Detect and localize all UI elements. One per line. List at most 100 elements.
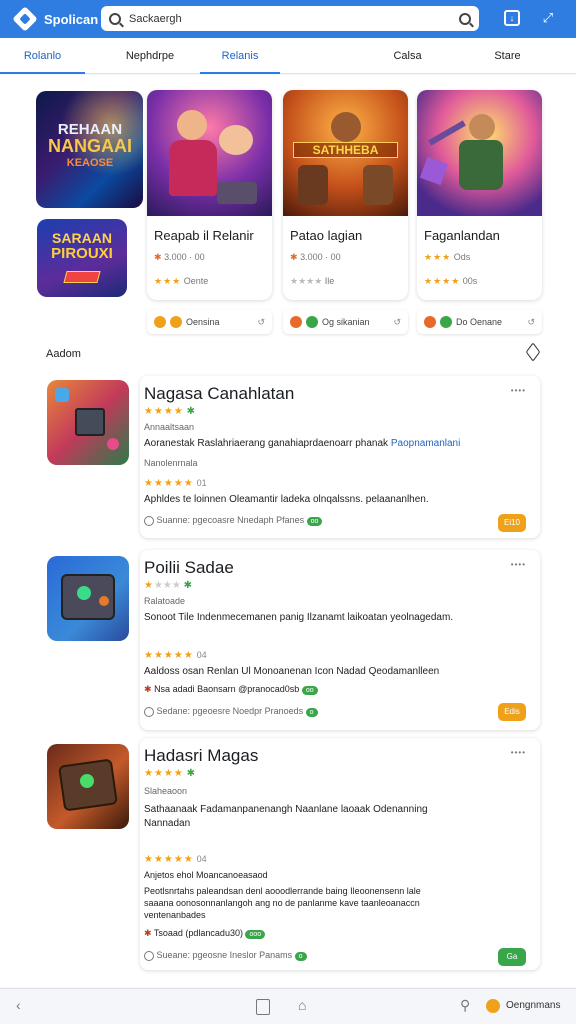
tile-2-line2: PIROUXI xyxy=(51,245,113,262)
item-link[interactable]: Paopnamanlani xyxy=(391,438,461,449)
chip-dot-icon xyxy=(440,316,452,328)
search-bar[interactable] xyxy=(101,6,479,31)
warrior-head xyxy=(331,112,361,142)
tab-3[interactable]: Relanis xyxy=(200,38,280,74)
item-desc-2: Nannadan xyxy=(144,818,191,829)
item-title: Poilii Sadae xyxy=(144,558,234,577)
search-icon xyxy=(109,12,121,25)
thumb-gem xyxy=(80,774,94,788)
tab-2[interactable]: Nephdrpe xyxy=(100,38,200,74)
thumb-machine xyxy=(75,408,105,436)
more-options-icon[interactable]: •••• xyxy=(511,560,526,569)
warrior-left xyxy=(298,165,328,205)
item-desc: Sonoot Tile Indenmecemanen panig Ilzanam… xyxy=(144,612,454,623)
price-badge[interactable]: Ga xyxy=(498,948,526,966)
list-card-1[interactable]: Nagasa Canahlatan •••• ★★★★ ✱ Annaaltsaa… xyxy=(140,376,540,538)
item-meta: Nanolenrnala xyxy=(144,458,198,468)
tab-1[interactable]: Rolanlo xyxy=(0,38,85,74)
item-rating: ★★★★ ✱ xyxy=(144,406,195,417)
price-badge[interactable]: Ei10 xyxy=(498,514,526,532)
card-rating: ★★★ Oente xyxy=(154,276,208,287)
refresh-icon[interactable]: ↺ xyxy=(393,317,401,328)
refresh-icon[interactable]: ↺ xyxy=(257,317,265,328)
item-para-3: ventenanbades xyxy=(144,910,206,920)
page-icon[interactable] xyxy=(256,999,270,1015)
card-art-3 xyxy=(417,90,542,216)
more-options-icon[interactable]: •••• xyxy=(511,386,526,395)
card-chip-2[interactable]: Og sikanian ↺ xyxy=(283,310,408,334)
verified-icon: ✱ xyxy=(183,580,193,591)
home-icon[interactable]: ⌂ xyxy=(298,997,306,1013)
list-thumb-2[interactable] xyxy=(47,556,129,641)
item-stars: ★★★★★ 04 xyxy=(144,650,207,661)
refresh-icon[interactable]: ↺ xyxy=(527,317,535,328)
item-subtitle: Slaheaoon xyxy=(144,786,188,796)
card-rating-label: Oente xyxy=(183,276,209,286)
bookmark-icon[interactable]: ↓ xyxy=(504,10,520,26)
back-icon[interactable]: ‹ xyxy=(16,997,21,1013)
tag-icon: ✱ xyxy=(144,928,152,938)
verified-icon: ✱ xyxy=(186,406,196,417)
card-meta-value: Ods xyxy=(453,252,471,262)
item-stars: ★★★★★ 04 xyxy=(144,854,207,865)
footer-text: Suanne: pgecoasre Nnedaph Pfanes xyxy=(156,515,305,525)
search-icon[interactable]: ⚲ xyxy=(460,997,470,1014)
featured-card-3[interactable]: Faganlandan ★★★ Ods ★★★★ 00s xyxy=(417,90,542,300)
tile-2-line1: SARAAN xyxy=(52,230,112,246)
avatar[interactable] xyxy=(486,999,500,1013)
chip-dot-icon xyxy=(424,316,436,328)
rating-stars-icon: ★★★★ xyxy=(290,276,323,286)
chip-label: Oensina xyxy=(186,317,220,327)
item-title: Nagasa Canahlatan xyxy=(144,384,295,403)
more-options-icon[interactable]: •••• xyxy=(511,748,526,757)
featured-tile-1[interactable]: REHAAN NANGAAI KEAOSE xyxy=(36,91,143,208)
chip-dot-icon xyxy=(154,316,166,328)
featured-tile-2[interactable]: SARAAN PIROUXI xyxy=(37,219,127,297)
info-icon xyxy=(144,706,154,717)
featured-card-1[interactable]: Reapab il Relanir ✱ 3.000 · 00 ★★★ Oente xyxy=(147,90,272,300)
stars-count: 01 xyxy=(196,478,207,488)
card-meta: ★★★ Ods xyxy=(424,252,470,263)
item-desc: Aoranestak Raslahriaerang ganahiaprdaeno… xyxy=(144,438,460,449)
tab-5[interactable]: Stare xyxy=(470,38,545,74)
category-tabs: Rolanlo Nephdrpe Relanis Calsa Stare xyxy=(0,38,576,74)
expand-icon[interactable]: ⤢ xyxy=(540,10,556,26)
tile-title: REHAAN NANGAAI KEAOSE xyxy=(40,121,140,172)
status-pill: oo xyxy=(306,517,323,526)
list-thumb-3[interactable] xyxy=(47,744,129,829)
card-rating: ★★★★ 00s xyxy=(424,276,477,287)
section-label: Aadom xyxy=(46,348,81,360)
tile-2-emblem xyxy=(63,271,101,283)
list-card-3[interactable]: Hadasri Magas •••• ★★★★ ✱ Slaheaoon Sath… xyxy=(140,738,540,970)
item-desc: Sathaanaak Fadamanpanenangh Naanlane lao… xyxy=(144,804,428,815)
thumb-button xyxy=(77,586,91,600)
list-thumb-1[interactable] xyxy=(47,380,129,465)
search-submit-icon[interactable] xyxy=(459,12,471,25)
card-chip-1[interactable]: Oensina ↺ xyxy=(147,310,272,334)
card-rating: ★★★★ Ile xyxy=(290,276,334,287)
item-tags: ✱ Tsoaad (pdlancadu30) ooo xyxy=(144,928,266,939)
card-meta-value: 3.000 · 00 xyxy=(300,252,341,262)
featured-card-2[interactable]: SATHHEBA Patao lagian ✱ 3.000 · 00 ★★★★ … xyxy=(283,90,408,300)
item-footer: Suanne: pgecoasre Nnedaph Pfanes oo xyxy=(144,515,323,526)
account-label[interactable]: Oengnmans xyxy=(506,1000,560,1011)
item-title: Hadasri Magas xyxy=(144,746,259,765)
rating-stars-icon: ★ xyxy=(144,580,154,591)
hero-body xyxy=(169,140,217,196)
app-name: Spolican xyxy=(44,11,99,27)
tile-title-line2: NANGAAI xyxy=(48,136,132,156)
card-art-2: SATHHEBA xyxy=(283,90,408,216)
thumb-orb xyxy=(107,438,119,450)
list-card-2[interactable]: Poilii Sadae •••• ★★★★ ✱ Ralatoade Sonoo… xyxy=(140,550,540,730)
card-art-1 xyxy=(147,90,272,216)
tab-4[interactable]: Calsa xyxy=(370,38,445,74)
chip-dot-icon xyxy=(290,316,302,328)
card-chip-3[interactable]: Do Oenane ↺ xyxy=(417,310,542,334)
search-input[interactable] xyxy=(129,12,459,25)
app-logo[interactable]: Spolican xyxy=(12,6,99,32)
item-summary: Aaldoss osan Renlan Ul Monoanenan Icon N… xyxy=(144,666,440,677)
hero-head xyxy=(177,110,207,140)
verified-icon: ✱ xyxy=(186,768,196,779)
price-badge[interactable]: Edis xyxy=(498,703,526,721)
top-bar: Spolican ↓ ⤢ xyxy=(0,0,576,38)
